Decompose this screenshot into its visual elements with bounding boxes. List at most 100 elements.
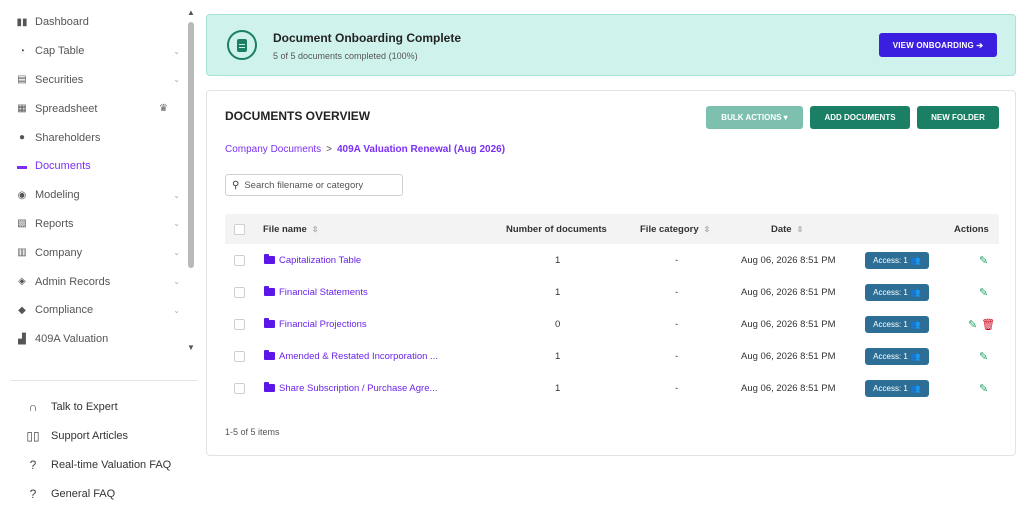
question-icon: ? xyxy=(29,486,37,501)
column-date-label: Date xyxy=(771,223,792,235)
row-checkbox[interactable] xyxy=(234,254,245,266)
help-link-talk-to-expert[interactable]: ∩ Talk to Expert xyxy=(0,392,200,421)
pagination-info: 1-5 of 5 items xyxy=(225,427,280,437)
access-badge[interactable]: Access: 1 👥 xyxy=(865,251,929,269)
sidebar-item-reports[interactable]: ▧ Reports ⌄ xyxy=(0,210,186,239)
sidebar-item-compliance[interactable]: ◆ Compliance ⌄ xyxy=(0,296,186,325)
app: ▮▮ Dashboard ◔ Cap Table ⌄ ▤ Securities ⌄ ▦ Sprea… xyxy=(0,0,1024,513)
row-checkbox[interactable] xyxy=(234,350,245,362)
sidebar-item-label: Cap Table xyxy=(35,45,85,58)
sidebar-item-securities[interactable]: ▤ Securities ⌄ xyxy=(0,66,186,95)
new-folder-button[interactable]: NEW FOLDER xyxy=(917,106,999,129)
sidebar-item-spreadsheet[interactable]: ▦ Spreadsheet ♛ xyxy=(0,94,186,123)
sidebar-nav: ▮▮ Dashboard ◔ Cap Table ⌄ ▤ Securities ⌄ ▦ Sprea… xyxy=(0,8,186,354)
folder-icon xyxy=(264,254,275,264)
edit-icon[interactable]: ✎ xyxy=(979,254,988,267)
scroll-up-arrow-icon[interactable]: ▲ xyxy=(187,8,195,17)
table-row: Amended & Restated Incorporation ... 1 - Au… xyxy=(225,340,999,372)
chevron-down-icon: ⌄ xyxy=(173,46,180,56)
file-name-link[interactable]: Financial Projections xyxy=(279,319,367,330)
users-icon: 👥 xyxy=(910,383,921,393)
file-category: - xyxy=(675,286,679,298)
file-name-link[interactable]: Capitalization Table xyxy=(279,255,361,266)
chevron-down-icon: ⌄ xyxy=(173,305,180,315)
access-cell: Access: 1 👥 xyxy=(865,244,929,276)
file-name-cell[interactable]: Financial Statements xyxy=(264,276,368,308)
add-documents-button[interactable]: ADD DOCUMENTS xyxy=(810,106,910,129)
access-label: Access: 1 xyxy=(873,383,908,393)
breadcrumb: Company Documents >409A Valuation Renewal… xyxy=(225,144,505,155)
sidebar-item-documents[interactable]: ▬ Documents xyxy=(0,152,186,181)
sidebar-item-409a-valuation[interactable]: ▟ 409A Valuation xyxy=(0,325,186,354)
column-file-name[interactable]: File name ⇳ xyxy=(263,214,319,244)
row-select-cell xyxy=(234,244,245,276)
table-row: Capitalization Table 1 - Aug 06, 2026 8:51 … xyxy=(225,244,999,276)
sidebar-item-dashboard[interactable]: ▮▮ Dashboard xyxy=(0,8,186,37)
sort-icon[interactable]: ⇳ xyxy=(312,225,319,234)
column-file-category[interactable]: File category ⇳ xyxy=(640,214,710,244)
access-badge[interactable]: Access: 1 👥 xyxy=(865,347,929,365)
edit-icon[interactable]: ✎ xyxy=(979,382,988,395)
file-name-cell[interactable]: Share Subscription / Purchase Agre... xyxy=(264,372,437,404)
file-category: - xyxy=(675,254,679,266)
sidebar-scrollbar[interactable]: ▲ ▼ xyxy=(187,8,195,353)
sidebar-item-label: Dashboard xyxy=(35,16,89,29)
sidebar-item-label: Compliance xyxy=(35,304,94,317)
sidebar-item-modeling[interactable]: ◉ Modeling ⌄ xyxy=(0,181,186,210)
bulk-actions-button[interactable]: BULK ACTIONS ▾ xyxy=(706,106,803,129)
onboarding-banner: Document Onboarding Complete 5 of 5 docu… xyxy=(206,14,1016,76)
access-cell: Access: 1 👥 xyxy=(865,308,929,340)
sidebar-item-shareholders[interactable]: ● Shareholders xyxy=(0,123,186,152)
row-checkbox[interactable] xyxy=(234,318,245,330)
actions-cell: ✎ 🗑 xyxy=(968,308,995,340)
sidebar-item-cap-table[interactable]: ◔ Cap Table ⌄ xyxy=(0,37,186,66)
help-link-label: Talk to Expert xyxy=(51,400,118,413)
select-all-checkbox[interactable] xyxy=(234,223,245,235)
number-of-documents: 1 xyxy=(555,350,561,362)
row-checkbox[interactable] xyxy=(234,382,245,394)
breadcrumb-root[interactable]: Company Documents xyxy=(225,144,321,155)
file-name-link[interactable]: Share Subscription / Purchase Agre... xyxy=(279,383,437,394)
chevron-down-icon: ⌄ xyxy=(173,75,180,85)
edit-icon[interactable]: ✎ xyxy=(979,350,988,363)
book-icon: ▯▯ xyxy=(26,428,40,443)
file-name-cell[interactable]: Financial Projections xyxy=(264,308,367,340)
sidebar-item-admin-records[interactable]: ◈ Admin Records ⌄ xyxy=(0,267,186,296)
access-label: Access: 1 xyxy=(873,287,908,297)
row-checkbox[interactable] xyxy=(234,286,245,298)
users-icon: 👥 xyxy=(910,255,921,265)
date-cell: Aug 06, 2026 8:51 PM xyxy=(741,318,836,330)
search-icon: ⚲ xyxy=(232,179,240,191)
column-date[interactable]: Date ⇳ xyxy=(771,214,803,244)
users-icon: 👥 xyxy=(910,319,921,329)
edit-icon[interactable]: ✎ xyxy=(979,286,988,299)
access-badge[interactable]: Access: 1 👥 xyxy=(865,283,929,301)
scroll-down-arrow-icon[interactable]: ▼ xyxy=(187,343,195,352)
view-onboarding-button[interactable]: VIEW ONBOARDING ➔ xyxy=(879,33,997,57)
actions-cell: ✎ xyxy=(979,372,988,404)
edit-icon[interactable]: ✎ xyxy=(968,318,977,331)
table-row: Share Subscription / Purchase Agre... 1 - A… xyxy=(225,372,999,404)
access-badge[interactable]: Access: 1 👥 xyxy=(865,379,929,397)
sort-icon[interactable]: ⇳ xyxy=(704,225,711,234)
search-input[interactable] xyxy=(244,179,395,191)
folder-icon xyxy=(264,350,275,360)
access-badge[interactable]: Access: 1 👥 xyxy=(865,315,929,333)
sidebar: ▮▮ Dashboard ◔ Cap Table ⌄ ▤ Securities ⌄ ▦ Sprea… xyxy=(0,0,200,513)
help-link-general-faq[interactable]: ? General FAQ xyxy=(0,479,200,508)
search-box: ⚲ xyxy=(225,174,403,196)
help-link-support-articles[interactable]: ▯▯ Support Articles xyxy=(0,421,200,450)
sidebar-item-label: Spreadsheet xyxy=(35,102,98,115)
sidebar-item-company[interactable]: ▥ Company ⌄ xyxy=(0,238,186,267)
file-name-cell[interactable]: Amended & Restated Incorporation ... xyxy=(264,340,438,372)
help-link-real-time-valuation-faq[interactable]: ? Real-time Valuation FAQ xyxy=(0,450,200,479)
banner-subtitle: 5 of 5 documents completed (100%) xyxy=(273,51,418,61)
file-name-link[interactable]: Financial Statements xyxy=(279,287,368,298)
sort-icon[interactable]: ⇳ xyxy=(797,225,804,234)
file-category: - xyxy=(675,382,679,394)
scroll-thumb[interactable] xyxy=(188,22,194,268)
row-select-cell xyxy=(234,276,245,308)
trash-icon[interactable]: 🗑 xyxy=(981,318,995,331)
file-name-link[interactable]: Amended & Restated Incorporation ... xyxy=(279,351,438,362)
file-name-cell[interactable]: Capitalization Table xyxy=(264,244,361,276)
